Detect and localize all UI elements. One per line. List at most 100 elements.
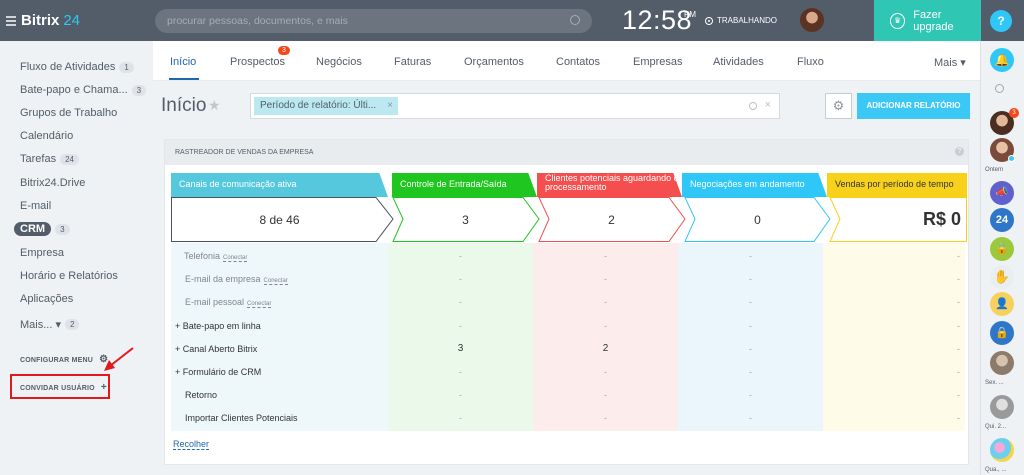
user-avatar[interactable] [800,8,824,32]
sidebar-item-label: Calendário [20,130,74,142]
avatar[interactable] [990,351,1014,375]
search-placeholder: procurar pessoas, documentos, e mais [167,15,348,27]
stage-header: Negociações em andamento [682,173,827,197]
row-label-text: Telefonia [184,251,221,261]
tab-faturas[interactable]: Faturas [394,56,431,68]
sidebar-item-aplicacoes[interactable]: Aplicações [20,293,73,305]
sidebar-item-count: 2 [64,319,80,330]
row-label: E-mail pessoal Conectar [185,297,272,308]
collapse-link[interactable]: Recolher [173,439,210,450]
work-status[interactable]: TRABALHANDO [705,16,777,25]
tab-negocios[interactable]: Negócios [316,56,362,68]
cell: - [459,321,462,331]
sidebar-item-count: 1 [119,61,134,73]
lock-icon[interactable]: 🔒 [990,237,1014,261]
right-sidebar: 🔔 3 Ontem 📣 24 🔒 ✋ 👤 🔒 Sex. ... Qui. 2..… [980,41,1024,475]
megaphone-icon[interactable]: 📣 [990,181,1014,205]
sidebar-item-calendario[interactable]: Calendário [20,130,73,142]
cell: - [604,251,607,261]
tab-atividades[interactable]: Atividades [713,56,764,68]
cell: - [749,251,752,261]
search-icon[interactable] [570,15,580,25]
search-icon[interactable] [995,84,1004,93]
row-label: Retorno [185,390,218,400]
cell: - [957,413,960,423]
prospectos-badge: 3 [278,46,290,55]
connect-link[interactable]: Conectar [263,278,288,285]
sidebar-item-bate-papo[interactable]: Bate-papo e Chama... 3 [20,84,147,96]
online-indicator [1008,155,1015,162]
cell: - [957,251,960,261]
tab-inicio[interactable]: Início [170,56,196,68]
stage-header: Clientes potenciais aguardando o process… [537,173,682,197]
add-report-button[interactable]: ADICIONAR RELATÓRIO [857,93,970,119]
sidebar-item-fluxo[interactable]: Fluxo de Atividades 1 [20,61,134,73]
annotation-arrow-icon [104,347,134,371]
top-bar: Bitrix 24 procurar pessoas, documentos, … [0,0,1024,41]
upgrade-button[interactable]: ♛ Fazer upgrade [874,0,981,41]
cell: - [957,321,960,331]
clear-icon[interactable]: × [765,99,771,111]
avatar[interactable] [990,438,1014,462]
group-icon[interactable]: 👤 [990,292,1014,316]
close-icon[interactable]: × [387,100,393,111]
star-icon[interactable]: ★ [208,97,221,114]
settings-button[interactable]: ⚙ [825,93,852,119]
hands-icon[interactable]: ✋ [990,265,1014,289]
cell: - [749,321,752,331]
cell: - [604,321,607,331]
help-button[interactable]: ? [990,10,1012,32]
status-icon [705,16,713,25]
logo[interactable]: Bitrix 24 [6,12,80,29]
row-label[interactable]: + Canal Aberto Bitrix [175,344,257,354]
menu-icon[interactable] [6,14,16,28]
lock-icon[interactable]: 🔒 [990,321,1014,345]
sidebar-item-tarefas[interactable]: Tarefas 24 [20,153,79,165]
sidebar-item-label: CRM [14,222,52,236]
tab-fluxo[interactable]: Fluxo [797,56,824,68]
cell: 3 [457,343,464,354]
crm-tabs: Início Prospectos 3 Negócios Faturas Orç… [153,41,980,81]
tab-orcamentos[interactable]: Orçamentos [464,56,524,68]
connect-link[interactable]: Conectar [223,255,248,262]
connect-link[interactable]: Conectar [247,301,272,308]
stage-name: Canais de comunicação ativa [179,179,297,189]
row-label[interactable]: + Bate-papo em linha [175,321,261,331]
configure-menu-label: CONFIGURAR MENU [20,357,93,364]
help-icon[interactable]: ? [955,147,964,156]
cell: 2 [602,343,609,354]
filter-input[interactable]: Período de relatório: Últi... × × [250,93,780,119]
sidebar-item-label: Fluxo de Atividades [20,61,116,73]
avatar[interactable] [990,395,1014,419]
tab-mais[interactable]: Mais ▾ [934,56,966,69]
sidebar-item-horario[interactable]: Horário e Relatórios [20,270,118,282]
cell: - [749,367,752,377]
sidebar-item-mais[interactable]: Mais... ▾ 2 [20,318,80,331]
search-input[interactable]: procurar pessoas, documentos, e mais [155,9,592,33]
clock[interactable]: 12:58 [622,5,692,36]
sidebar-item-grupos[interactable]: Grupos de Trabalho [20,107,117,119]
row-label[interactable]: + Formulário de CRM [175,367,261,377]
tab-prospectos[interactable]: Prospectos [230,56,285,68]
sidebar-item-drive[interactable]: Bitrix24.Drive [20,177,85,189]
crown-icon: ♛ [890,12,906,29]
sidebar-item-crm[interactable]: CRM 3 [14,222,70,236]
cell: - [459,251,462,261]
row-label-text: E-mail pessoal [185,297,245,307]
logo-number: 24 [63,12,81,29]
bell-icon[interactable]: 🔔 [990,48,1014,72]
tab-empresas[interactable]: Empresas [633,56,683,68]
sidebar-item-email[interactable]: E-mail [20,200,51,212]
stage-name: Controle de Entrada/Saída [400,179,507,189]
search-icon[interactable] [749,102,757,110]
bitrix24-icon[interactable]: 24 [990,208,1014,232]
column-bg [678,243,823,431]
configure-menu-button[interactable]: CONFIGURAR MENU ⚙ [20,354,108,365]
tab-contatos[interactable]: Contatos [556,56,600,68]
row-label: Importar Clientes Potenciais [185,413,298,423]
stage-value: R$ 0 [922,209,961,229]
filter-chip[interactable]: Período de relatório: Últi... × [254,97,398,115]
stage-value: 3 [462,213,469,227]
cell: - [459,274,462,284]
sidebar-item-empresa[interactable]: Empresa [20,247,64,259]
